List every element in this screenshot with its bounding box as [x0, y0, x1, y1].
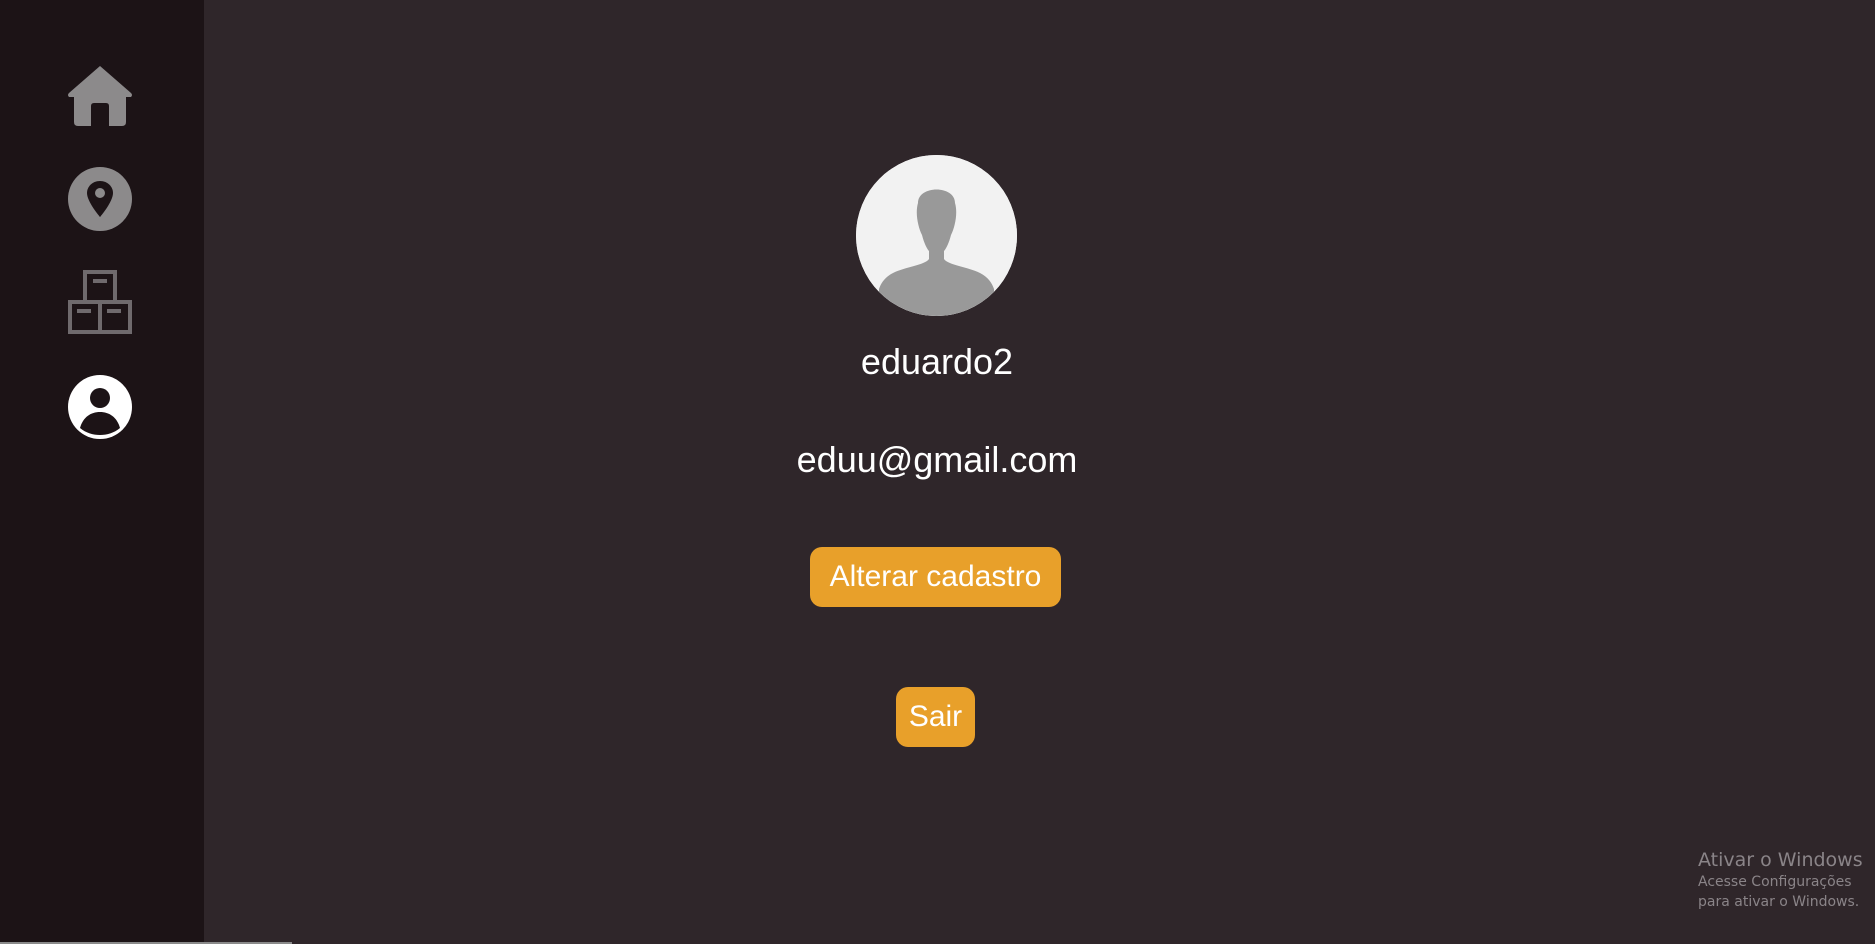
- avatar-silhouette-icon: [856, 155, 1017, 316]
- sidebar-item-home[interactable]: [64, 59, 136, 131]
- app-window: eduardo2 eduu@gmail.com Alterar cadastro…: [0, 0, 1875, 944]
- profile-avatar: [856, 155, 1017, 316]
- profile-panel: eduardo2 eduu@gmail.com Alterar cadastro…: [204, 0, 1875, 944]
- edit-profile-button[interactable]: Alterar cadastro: [810, 547, 1061, 607]
- sidebar-item-profile[interactable]: [64, 371, 136, 443]
- boxes-icon: [68, 270, 132, 334]
- windows-activation-watermark: Ativar o Windows Acesse Configurações pa…: [1698, 848, 1875, 912]
- logout-button[interactable]: Sair: [896, 687, 975, 747]
- sidebar-item-products[interactable]: [64, 266, 136, 338]
- user-profile-icon: [68, 375, 132, 439]
- watermark-title: Ativar o Windows: [1698, 849, 1863, 871]
- home-icon: [68, 66, 132, 126]
- profile-username: eduardo2: [860, 341, 1014, 382]
- sidebar: [0, 0, 204, 944]
- profile-email: eduu@gmail.com: [796, 439, 1078, 480]
- map-pin-icon: [68, 167, 132, 231]
- watermark-subtitle: Acesse Configurações para ativar o Windo…: [1698, 874, 1860, 910]
- sidebar-item-location[interactable]: [64, 163, 136, 235]
